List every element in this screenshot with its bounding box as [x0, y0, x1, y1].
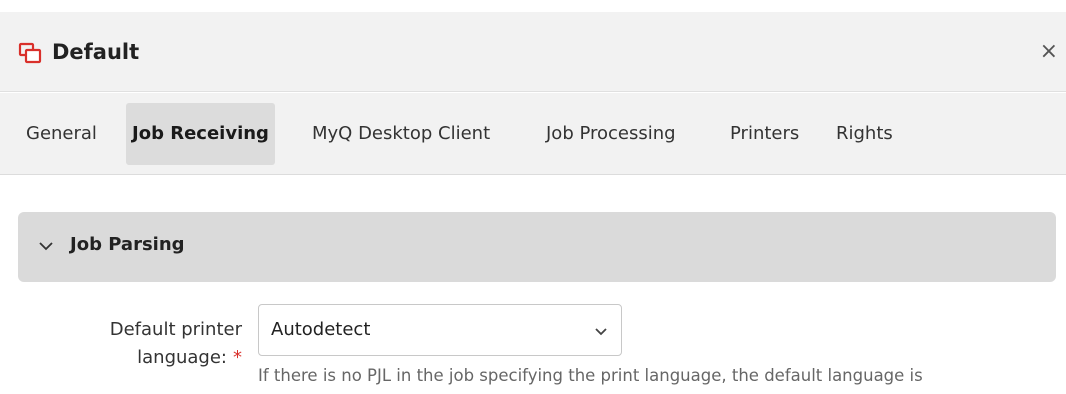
close-icon[interactable]: × [1040, 40, 1058, 64]
section-title: Job Parsing [70, 234, 185, 255]
tab-job-receiving[interactable]: Job Receiving [126, 103, 275, 165]
tab-job-processing[interactable]: Job Processing [540, 103, 682, 165]
dialog-title: Default [52, 40, 140, 64]
tab-general[interactable]: General [20, 103, 103, 165]
select-value: Autodetect [271, 319, 371, 340]
tab-printers[interactable]: Printers [724, 103, 805, 165]
tab-content: Job Parsing Default printer language: * A… [0, 176, 1066, 394]
tab-myq-desktop-client[interactable]: MyQ Desktop Client [306, 103, 496, 165]
field-label-default-printer-language: Default printer language: * [42, 316, 242, 372]
chevron-down-icon [36, 234, 56, 258]
chevron-down-icon [593, 321, 609, 341]
field-label-line2: language: [137, 347, 227, 368]
tab-rights[interactable]: Rights [830, 103, 899, 165]
required-marker: * [233, 347, 242, 368]
default-printer-language-select[interactable]: Autodetect [258, 304, 622, 356]
top-strip [0, 0, 1066, 12]
field-label-line1: Default printer [109, 319, 242, 340]
tab-bar: General Job Receiving MyQ Desktop Client… [0, 93, 1066, 175]
field-help-text: If there is no PJL in the job specifying… [258, 366, 923, 385]
printer-queue-icon [18, 42, 42, 64]
section-header-job-parsing[interactable]: Job Parsing [18, 212, 1056, 282]
dialog-header: Default × [0, 12, 1066, 92]
